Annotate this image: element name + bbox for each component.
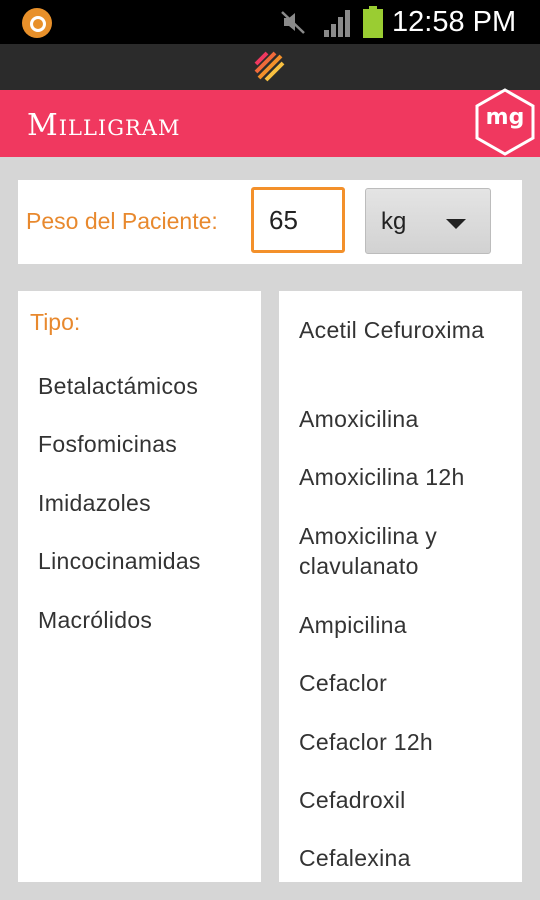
weight-label: Peso del Paciente: [26, 208, 218, 234]
type-item[interactable]: Lincocinamidas [38, 546, 201, 576]
drug-item[interactable]: Amoxicilina y clavulanato [299, 521, 511, 581]
unit-value: kg [381, 208, 407, 235]
mute-icon [281, 11, 305, 34]
weight-input[interactable] [251, 187, 345, 253]
drug-item[interactable]: Cefaclor [299, 668, 511, 698]
drug-item[interactable]: Acetil Cefuroxima [299, 315, 511, 345]
type-item[interactable]: Imidazoles [38, 488, 151, 518]
drug-item[interactable]: Cefalexina [299, 843, 511, 873]
drug-item[interactable]: Amoxicilina [299, 404, 511, 434]
signal-icon [324, 10, 350, 37]
type-item[interactable]: Fosfomicinas [38, 429, 177, 459]
type-item[interactable]: Macrólidos [38, 605, 152, 635]
drug-item[interactable]: Amoxicilina 12h [299, 462, 511, 492]
drug-item[interactable]: Cefaclor 12h [299, 727, 511, 757]
app-title: Milligram [27, 108, 181, 143]
status-time: 12:58 PM [392, 6, 517, 38]
battery-icon [363, 6, 383, 38]
dropdown-arrow-icon [446, 219, 466, 229]
app-notification-icon [22, 8, 52, 38]
type-item[interactable]: Betalactámicos [38, 371, 198, 401]
mg-logo-label: mg [485, 105, 525, 130]
drug-item[interactable]: Ampicilina [299, 610, 511, 640]
app-stripes-icon [254, 51, 285, 82]
drug-item[interactable]: Cefadroxil [299, 785, 511, 815]
type-header: Tipo: [30, 309, 81, 335]
